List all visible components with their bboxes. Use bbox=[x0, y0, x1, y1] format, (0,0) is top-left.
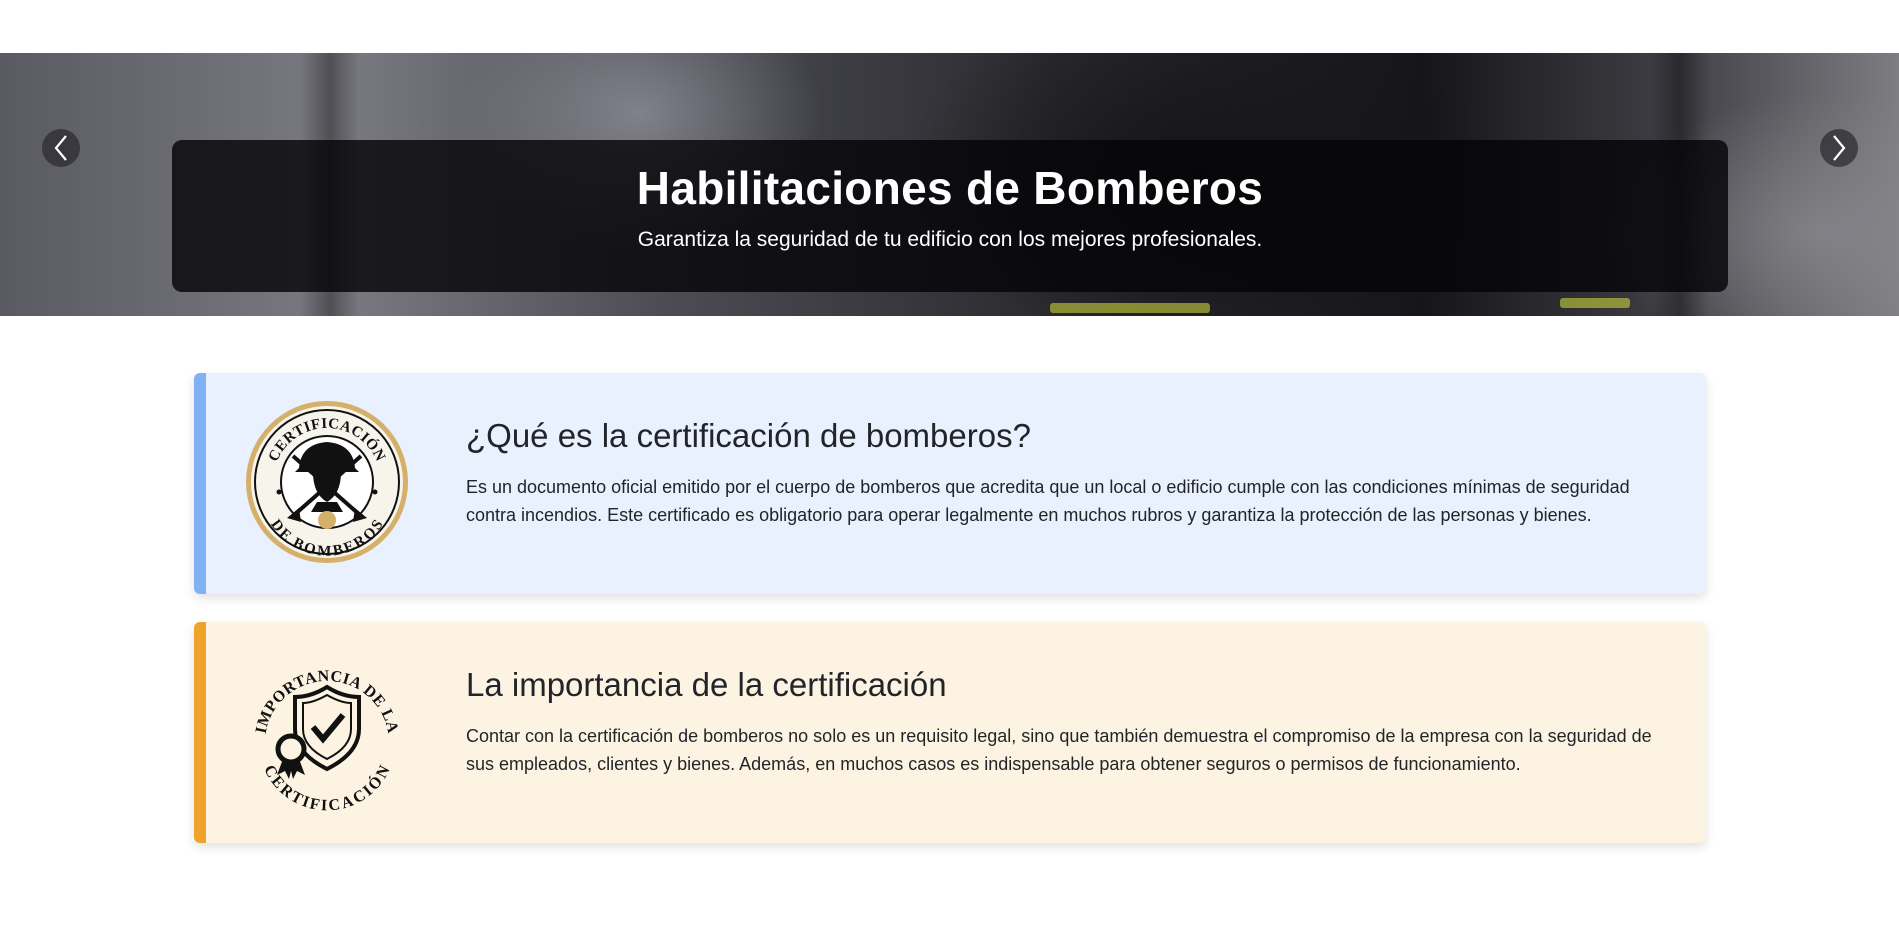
hero-texture bbox=[1560, 298, 1630, 308]
carousel-next-button[interactable] bbox=[1820, 129, 1858, 167]
card-text: Contar con la certificación de bomberos … bbox=[466, 726, 1652, 774]
card-title: La importancia de la certificación bbox=[466, 666, 947, 703]
card-text: Es un documento oficial emitido por el c… bbox=[466, 477, 1630, 525]
chevron-right-icon bbox=[1833, 135, 1846, 161]
card-title: ¿Qué es la certificación de bomberos? bbox=[466, 417, 1031, 454]
firefighter-badge-icon: CERTIFICACIÓN DE BOMBEROS bbox=[243, 398, 411, 566]
carousel-prev-button[interactable] bbox=[42, 129, 80, 167]
card-accent-bar bbox=[194, 622, 206, 843]
info-card-what-is: CERTIFICACIÓN DE BOMBEROS ¿Qué es la cer… bbox=[194, 373, 1706, 594]
shield-check-icon: IMPORTANCIA DE LA CERTIFICACIÓN bbox=[243, 647, 411, 815]
hero-texture bbox=[1050, 303, 1210, 313]
hero-caption: Habilitaciones de Bomberos Garantiza la … bbox=[172, 140, 1728, 292]
hero-subtitle: Garantiza la seguridad de tu edificio co… bbox=[637, 228, 1263, 251]
chevron-left-icon bbox=[54, 135, 67, 161]
card-accent-bar bbox=[194, 373, 206, 594]
hero-title: Habilitaciones de Bomberos bbox=[636, 162, 1264, 214]
hero-carousel: Habilitaciones de Bomberos Garantiza la … bbox=[0, 53, 1899, 316]
info-card-importance: IMPORTANCIA DE LA CERTIFICACIÓN La impor… bbox=[194, 622, 1706, 843]
svg-text:IMPORTANCIA DE LA: IMPORTANCIA DE LA bbox=[253, 668, 401, 735]
